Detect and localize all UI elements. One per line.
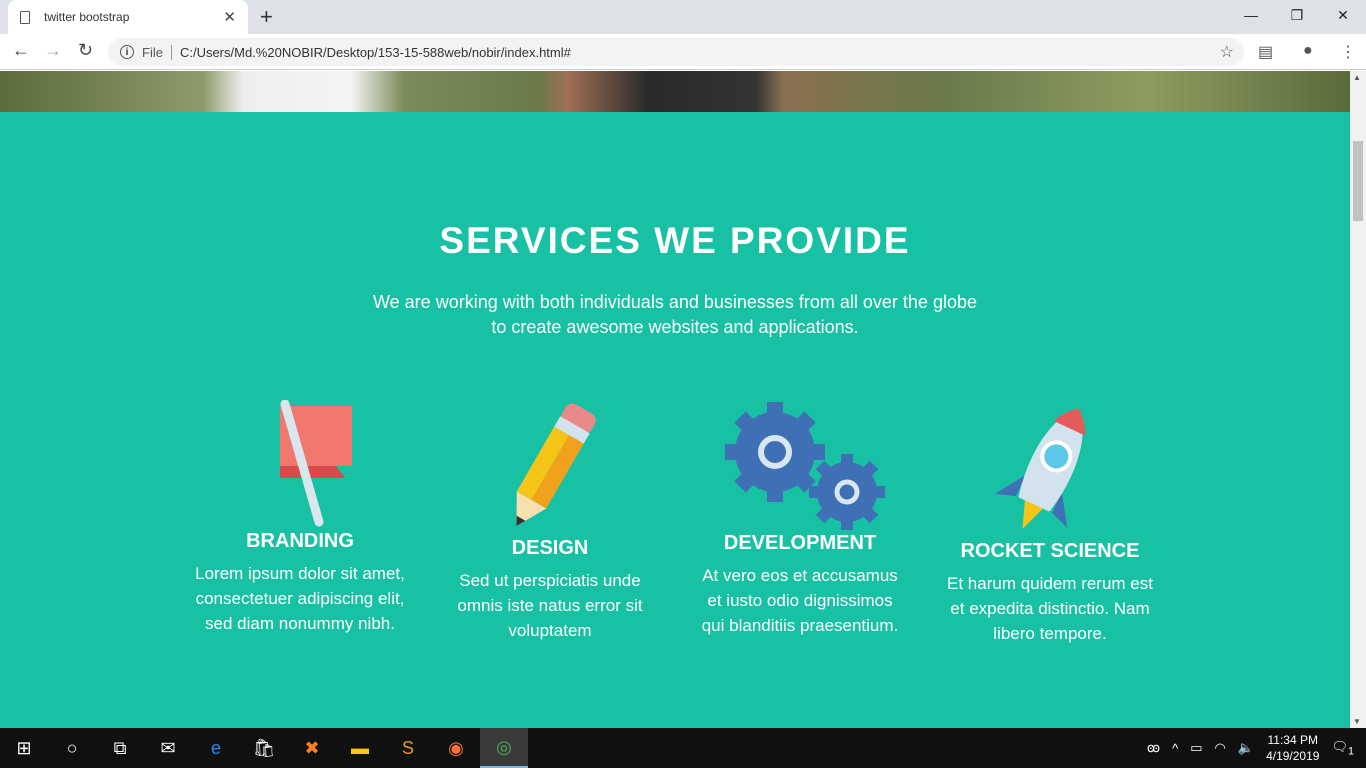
- restore-button[interactable]: ❐: [1274, 0, 1320, 30]
- browser-toolbar: ← → ↻ i File C:/Users/Md.%20NOBIR/Deskto…: [0, 34, 1366, 70]
- reload-button[interactable]: ↻: [78, 40, 93, 61]
- info-icon[interactable]: i: [120, 45, 134, 59]
- wifi-icon[interactable]: ◠: [1215, 740, 1226, 756]
- intro-line-2: to create awesome websites and applicati…: [491, 317, 859, 337]
- service-title: BRANDING: [246, 530, 354, 552]
- file-explorer-icon[interactable]: ▬: [336, 728, 384, 768]
- tab-title: twitter bootstrap: [44, 10, 130, 24]
- new-tab-button[interactable]: +: [260, 4, 273, 30]
- clock-time: 11:34 PM: [1267, 733, 1318, 747]
- windows-start-icon[interactable]: ⊞: [0, 728, 48, 768]
- service-rocket-science: ROCKET SCIENCE Et harum quidem rerum est…: [945, 400, 1155, 646]
- store-icon[interactable]: 🛍: [240, 728, 288, 768]
- service-title: DESIGN: [511, 537, 589, 559]
- clock-date: 4/19/2019: [1266, 749, 1320, 763]
- volume-icon[interactable]: 🔈: [1238, 740, 1254, 756]
- close-window-button[interactable]: ✕: [1320, 0, 1366, 30]
- service-text: Et harum quidem rerum est et expedita di…: [947, 574, 1153, 643]
- document-icon: [20, 10, 30, 24]
- gears-icon: [725, 402, 885, 530]
- section-title: SERVICES WE PROVIDE: [439, 220, 911, 261]
- scroll-down-arrow[interactable]: ▼: [1353, 717, 1361, 726]
- back-button[interactable]: ←: [12, 40, 30, 61]
- service-design: DESIGN Sed ut perspiciatis unde omnis is…: [445, 400, 655, 643]
- profile-icon[interactable]: ●: [1303, 42, 1313, 60]
- service-title: ROCKET SCIENCE: [960, 540, 1140, 562]
- pencil-icon: [516, 403, 596, 527]
- service-development: DEVELOPMENT At vero eos et accusamus et …: [695, 400, 905, 638]
- search-icon[interactable]: ○: [48, 728, 96, 768]
- url-scheme-label: File: [142, 44, 172, 60]
- hero-image: [0, 71, 1350, 112]
- service-text: Sed ut perspiciatis unde omnis iste natu…: [457, 571, 643, 640]
- intro-line-1: We are working with both individuals and…: [373, 292, 977, 312]
- address-bar[interactable]: i File C:/Users/Md.%20NOBIR/Desktop/153-…: [108, 38, 1244, 66]
- bookmark-star-icon[interactable]: ☆: [1220, 42, 1234, 62]
- windows-taskbar: ⊞ ○ ⧉ ✉ e 🛍 ✖ ▬ S ◉ ◎ ꙭ ^ ▭ ◠ 🔈 11:34 PM…: [0, 728, 1366, 768]
- flag-icon: [280, 400, 352, 527]
- scroll-up-arrow[interactable]: ▲: [1353, 73, 1361, 82]
- people-icon[interactable]: ꙭ: [1147, 740, 1160, 756]
- xampp-icon[interactable]: ✖: [288, 728, 336, 768]
- rocket-icon: [994, 408, 1086, 529]
- url-text[interactable]: C:/Users/Md.%20NOBIR/Desktop/153-15-588w…: [180, 45, 571, 60]
- extension-icon[interactable]: ▤: [1258, 42, 1273, 62]
- close-tab-icon[interactable]: ✕: [223, 8, 236, 26]
- task-view-icon[interactable]: ⧉: [96, 728, 144, 768]
- sublime-text-icon[interactable]: S: [384, 728, 432, 768]
- services-section: SERVICES WE PROVIDE We are working with …: [0, 112, 1350, 728]
- firefox-icon[interactable]: ◉: [432, 728, 480, 768]
- chrome-icon[interactable]: ◎: [480, 728, 528, 768]
- service-title: DEVELOPMENT: [723, 532, 877, 554]
- service-text: Lorem ipsum dolor sit amet, consectetuer…: [195, 564, 405, 633]
- system-tray: ꙭ ^ ▭ ◠ 🔈 11:34 PM 4/19/2019 🗨1: [1147, 728, 1366, 768]
- show-hidden-icons-chevron[interactable]: ^: [1172, 741, 1178, 756]
- mail-icon[interactable]: ✉: [144, 728, 192, 768]
- service-text: At vero eos et accusamus et iusto odio d…: [701, 566, 899, 635]
- menu-icon[interactable]: ⋮: [1340, 42, 1356, 62]
- edge-icon[interactable]: e: [192, 728, 240, 768]
- scrollbar-thumb[interactable]: [1353, 141, 1363, 221]
- action-center-icon[interactable]: 🗨1: [1331, 739, 1354, 758]
- page-scrollbar[interactable]: ▲ ▼: [1350, 71, 1366, 728]
- clock[interactable]: 11:34 PM 4/19/2019: [1266, 732, 1319, 764]
- minimize-button[interactable]: —: [1228, 0, 1274, 30]
- browser-tab[interactable]: twitter bootstrap ✕: [8, 0, 248, 34]
- forward-button[interactable]: →: [44, 40, 62, 61]
- tab-strip: twitter bootstrap ✕ + — ❐ ✕: [0, 0, 1366, 34]
- battery-icon[interactable]: ▭: [1190, 740, 1202, 756]
- service-branding: BRANDING Lorem ipsum dolor sit amet, con…: [195, 400, 405, 636]
- section-intro: We are working with both individuals and…: [0, 290, 1350, 340]
- notification-count-badge: 1: [1347, 745, 1354, 758]
